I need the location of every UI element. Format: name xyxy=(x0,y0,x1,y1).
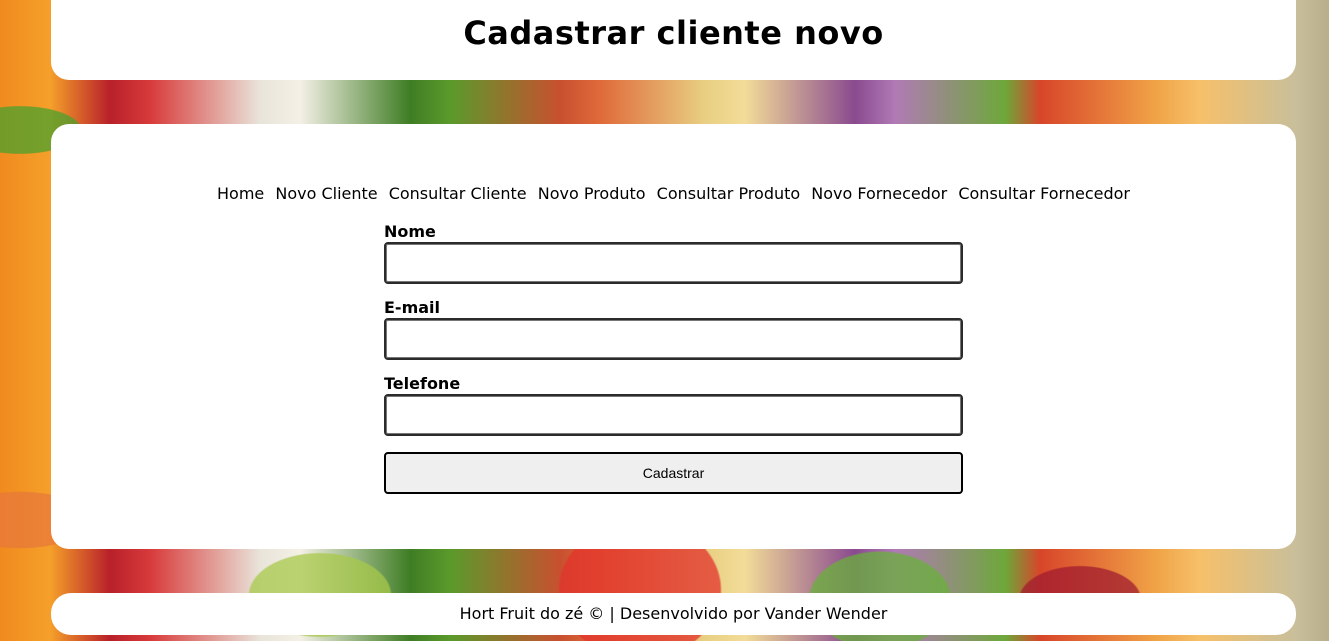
main-panel: Home Novo Cliente Consultar Cliente Novo… xyxy=(51,124,1296,549)
telefone-input[interactable] xyxy=(384,394,963,436)
cadastrar-button[interactable]: Cadastrar xyxy=(384,452,963,494)
nav-link-novo-produto[interactable]: Novo Produto xyxy=(538,184,646,203)
nome-label: Nome xyxy=(384,222,436,241)
header-panel: Cadastrar cliente novo xyxy=(51,0,1296,80)
nav-link-consultar-produto[interactable]: Consultar Produto xyxy=(657,184,801,203)
nav-link-home[interactable]: Home xyxy=(217,184,264,203)
footer-panel: Hort Fruit do zé © | Desenvolvido por Va… xyxy=(51,593,1296,635)
nav-link-consultar-fornecedor[interactable]: Consultar Fornecedor xyxy=(958,184,1130,203)
nav-link-novo-cliente[interactable]: Novo Cliente xyxy=(275,184,377,203)
telefone-label: Telefone xyxy=(384,374,461,393)
nome-input[interactable] xyxy=(384,242,963,284)
cadastro-cliente-form: Nome E-mail Telefone Cadastrar xyxy=(384,224,963,494)
main-nav: Home Novo Cliente Consultar Cliente Novo… xyxy=(51,184,1296,203)
nav-link-consultar-cliente[interactable]: Consultar Cliente xyxy=(389,184,527,203)
page-title: Cadastrar cliente novo xyxy=(463,14,884,52)
email-input[interactable] xyxy=(384,318,963,360)
nav-link-novo-fornecedor[interactable]: Novo Fornecedor xyxy=(811,184,947,203)
footer-text: Hort Fruit do zé © | Desenvolvido por Va… xyxy=(459,604,888,623)
email-label: E-mail xyxy=(384,298,441,317)
